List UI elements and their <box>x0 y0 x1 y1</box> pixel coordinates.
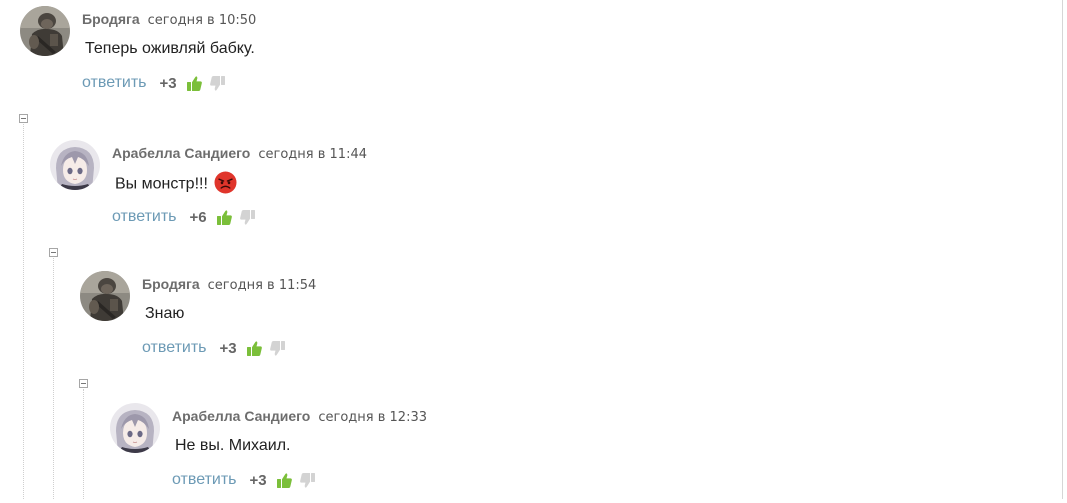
reply-link[interactable]: ответить <box>112 208 177 226</box>
angry-face-emoji <box>214 171 237 194</box>
comment-text-content: Теперь оживляй бабку. <box>85 40 255 57</box>
comment-text: Не вы. Михаил. <box>175 436 291 456</box>
rating-score: +3 <box>249 471 267 489</box>
comment-text-content: Знаю <box>145 305 185 322</box>
reply-link[interactable]: ответить <box>82 74 147 92</box>
thumbs-down-icon[interactable] <box>269 340 286 357</box>
thumbs-down-icon[interactable] <box>209 75 226 92</box>
thread-line <box>83 389 84 499</box>
comment-header: Арабелла Сандиего сегодня в 11:44 <box>112 145 367 163</box>
comment-text: Знаю <box>145 304 184 324</box>
comment-header: Бродяга сегодня в 10:50 <box>82 11 256 29</box>
reply-link[interactable]: ответить <box>142 339 207 357</box>
rating-score: +6 <box>189 208 207 226</box>
comment-text-content: Вы монстр!!! <box>115 175 208 193</box>
thumbs-up-icon[interactable] <box>186 75 203 92</box>
thread-line <box>23 124 24 499</box>
collapse-minus-icon[interactable] <box>19 114 28 123</box>
author-name[interactable]: Бродяга <box>142 276 200 292</box>
comment-text-content: Не вы. Михаил. <box>175 437 291 454</box>
user-avatar[interactable] <box>110 403 160 453</box>
thumbs-up-icon[interactable] <box>246 340 263 357</box>
anime-girl-avatar <box>110 403 160 453</box>
user-avatar[interactable] <box>50 140 100 190</box>
rating-score: +3 <box>159 74 177 92</box>
comment-date: сегодня в 10:50 <box>147 13 257 28</box>
comment-date: сегодня в 11:44 <box>258 147 367 162</box>
comment: Бродяга сегодня в 11:54 Знаю ответить +3 <box>80 271 680 371</box>
comment-date: сегодня в 12:33 <box>318 410 427 425</box>
comment-actions: ответить +3 <box>142 338 286 358</box>
comment: Арабелла Сандиего сегодня в 11:44 Вы монс… <box>50 140 650 240</box>
author-name[interactable]: Арабелла Сандиего <box>112 145 250 161</box>
rating-score: +3 <box>219 339 237 357</box>
comment: Арабелла Сандиего сегодня в 12:33 Не вы. … <box>110 403 710 503</box>
page-right-border <box>1062 0 1063 499</box>
author-name[interactable]: Бродяга <box>82 11 140 27</box>
thumbs-up-icon[interactable] <box>216 209 233 226</box>
comment-header: Арабелла Сандиего сегодня в 12:33 <box>172 408 427 426</box>
comment-actions: ответить +3 <box>82 73 226 93</box>
comment-date: сегодня в 11:54 <box>207 278 317 293</box>
comment-actions: ответить +3 <box>172 470 316 490</box>
comment: Бродяга сегодня в 10:50 Теперь оживляй ба… <box>20 6 620 106</box>
thumbs-down-icon[interactable] <box>299 472 316 489</box>
anime-girl-avatar <box>50 140 100 190</box>
comment-text: Вы монстр!!! <box>115 173 237 196</box>
thumbs-up-icon[interactable] <box>276 472 293 489</box>
comment-actions: ответить +6 <box>112 207 256 227</box>
comment-header: Бродяга сегодня в 11:54 <box>142 276 316 294</box>
thumbs-down-icon[interactable] <box>239 209 256 226</box>
reply-link[interactable]: ответить <box>172 471 237 489</box>
author-name[interactable]: Арабелла Сандиего <box>172 408 310 424</box>
soldier-avatar <box>80 271 130 321</box>
collapse-minus-icon[interactable] <box>79 379 88 388</box>
user-avatar[interactable] <box>80 271 130 321</box>
collapse-minus-icon[interactable] <box>49 248 58 257</box>
soldier-avatar <box>20 6 70 56</box>
user-avatar[interactable] <box>20 6 70 56</box>
thread-line <box>53 258 54 499</box>
comment-text: Теперь оживляй бабку. <box>85 39 255 59</box>
